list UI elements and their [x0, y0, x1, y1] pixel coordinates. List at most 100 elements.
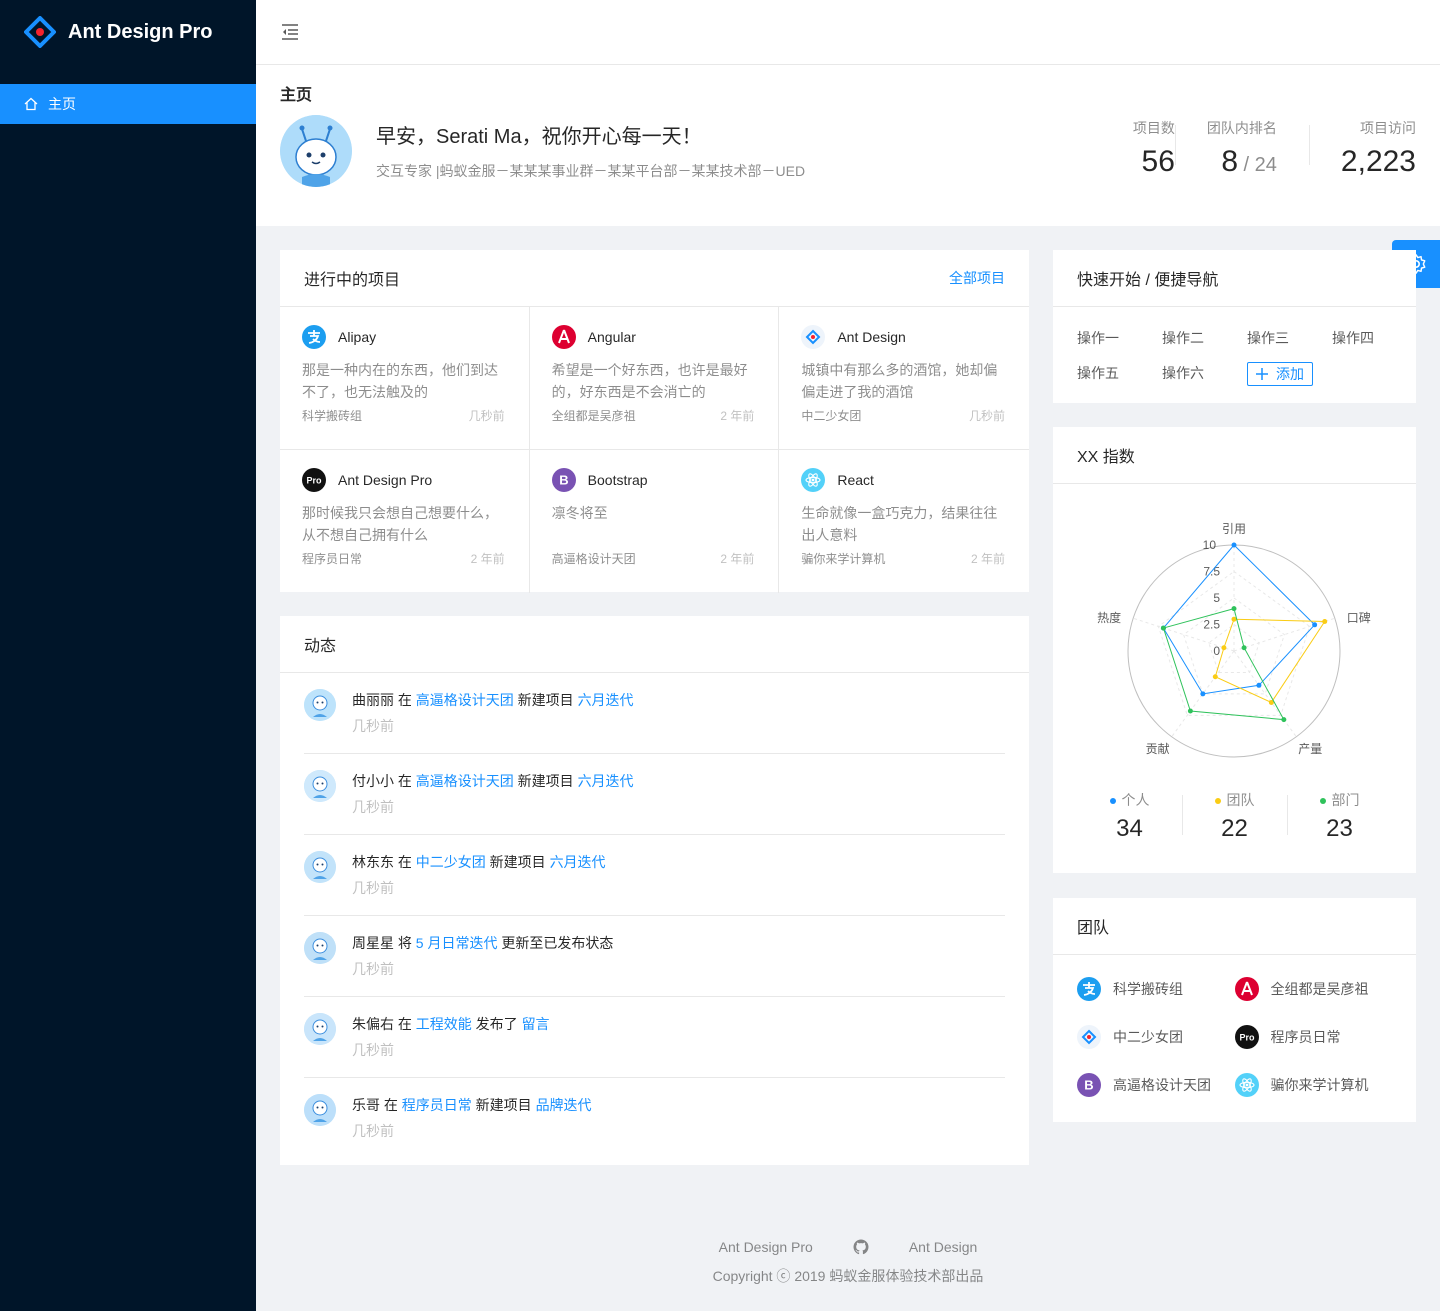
- project-card[interactable]: Angular 希望是一个好东西，也许是最好的，好东西是不会消亡的 全组都是吴彦祖 2…: [529, 307, 780, 450]
- radar-chart: 02.557.510引用口碑产量贡献热度: [1097, 522, 1371, 758]
- activity-verb: 在: [380, 1097, 402, 1113]
- github-icon[interactable]: [853, 1239, 869, 1255]
- quick-link[interactable]: 操作二: [1162, 327, 1247, 350]
- activity-group-link[interactable]: 工程效能: [416, 1016, 472, 1032]
- project-group-link[interactable]: 骗你来学计算机: [801, 550, 885, 567]
- radar-point: [1256, 682, 1262, 688]
- quick-link[interactable]: 操作六: [1162, 362, 1247, 386]
- project-group-link[interactable]: 中二少女团: [801, 407, 861, 424]
- activity-group-link[interactable]: 5 月日常迭代: [416, 935, 498, 951]
- project-description: 生命就像一盒巧克力，结果往往出人意料: [801, 505, 998, 543]
- activity-time: 几秒前: [352, 799, 394, 815]
- project-group-link[interactable]: 高逼格设计天团: [552, 550, 636, 567]
- activity-body: 曲丽丽 在 高逼格设计天团 新建项目 六月迭代 几秒前: [352, 689, 634, 753]
- activity-action: 更新至已发布状态: [497, 935, 614, 951]
- activity-group-link[interactable]: 中二少女团: [416, 854, 486, 870]
- footer-link-ant-design[interactable]: Ant Design: [909, 1236, 977, 1258]
- project-name[interactable]: Ant Design Pro: [338, 472, 432, 488]
- activity-body: 乐哥 在 程序员日常 新建项目 品牌迭代 几秒前: [352, 1094, 592, 1159]
- all-projects-link[interactable]: 全部项目: [949, 268, 1005, 288]
- quick-link[interactable]: 操作一: [1077, 327, 1162, 350]
- radar-legend-item: 个人 34: [1077, 789, 1182, 845]
- stat-value: 2,223: [1340, 145, 1416, 178]
- project-group-link[interactable]: 程序员日常: [302, 550, 362, 567]
- project-description: 那时候我只会想自己想要什么，从不想自己拥有什么: [302, 505, 498, 543]
- team-list: 科学搬砖组 全组都是吴彦祖中二少女团 Pro 程序员日常 B 高逼格设计天团 骗你来学计算机: [1053, 955, 1416, 1097]
- team-item[interactable]: 中二少女团: [1077, 1025, 1235, 1049]
- legend-value: 23: [1326, 815, 1353, 842]
- activity-project-link[interactable]: 六月迭代: [550, 854, 606, 870]
- activity-text: 周星星 将 5 月日常迭代 更新至已发布状态: [352, 932, 613, 954]
- quick-link[interactable]: 操作四: [1332, 327, 1417, 350]
- activity-group-link[interactable]: 程序员日常: [402, 1097, 472, 1113]
- project-time: 几秒前: [968, 409, 1005, 423]
- team-item[interactable]: Pro 程序员日常: [1234, 1025, 1393, 1049]
- team-name: 全组都是吴彦祖: [1270, 981, 1369, 997]
- activity-text: 朱偏右 在 工程效能 发布了 留言: [352, 1013, 550, 1035]
- quick-link[interactable]: 操作五: [1077, 362, 1162, 386]
- team-item[interactable]: 骗你来学计算机: [1234, 1073, 1393, 1097]
- stat-label: 团队内排名: [1206, 120, 1277, 136]
- project-footer: 科学搬砖组 几秒前: [302, 407, 505, 424]
- activity-action: 新建项目: [485, 854, 550, 870]
- sidebar-item-label: 主页: [48, 96, 76, 112]
- card-title: 动态: [304, 638, 337, 655]
- project-card[interactable]: React 生命就像一盒巧克力，结果往往出人意料 骗你来学计算机 2 年前: [779, 450, 1029, 593]
- angular-icon: [1234, 977, 1259, 1001]
- project-name[interactable]: Ant Design: [837, 329, 905, 345]
- activity-list: 曲丽丽 在 高逼格设计天团 新建项目 六月迭代 几秒前 付小小 在 高逼格设计天团 …: [280, 673, 1029, 1159]
- footer-links: Ant Design Pro Ant Design: [256, 1236, 1440, 1258]
- activity-group-link[interactable]: 高逼格设计天团: [416, 773, 514, 789]
- svg-text:B: B: [1084, 1078, 1093, 1093]
- stat-projects: 项目数 56: [1101, 117, 1175, 184]
- logo[interactable]: Ant Design Pro: [0, 0, 256, 64]
- activity-time: 几秒前: [352, 1123, 394, 1139]
- footer: Ant Design Pro Ant Design Copyright ⓒ 20…: [256, 1236, 1440, 1287]
- ant-design-icon: [801, 325, 826, 349]
- team-name: 高逼格设计天团: [1113, 1077, 1211, 1093]
- team-item[interactable]: B 高逼格设计天团: [1077, 1073, 1235, 1097]
- activity-user: 朱偏右: [352, 1016, 394, 1032]
- project-group-link[interactable]: 科学搬砖组: [302, 407, 362, 424]
- sidebar-item-home[interactable]: 主页: [0, 84, 256, 124]
- team-card: 团队 科学搬砖组 全组都是吴彦祖 中二少女团 Pro 程序员日常 B 高逼格设计天团 骗你来学…: [1053, 898, 1416, 1122]
- legend-name: 团队: [1226, 792, 1255, 808]
- footer-link-ant-design-pro[interactable]: Ant Design Pro: [719, 1236, 813, 1258]
- quick-link[interactable]: 操作三: [1247, 327, 1332, 350]
- project-name[interactable]: Angular: [588, 329, 636, 345]
- team-name: 中二少女团: [1113, 1029, 1183, 1045]
- page-header: 主页 早安，Serati Ma，祝你开心每一天！ 交互专家 |蚂蚁金服－某某某事…: [256, 64, 1440, 226]
- project-name[interactable]: React: [837, 472, 874, 488]
- team-item[interactable]: 科学搬砖组: [1077, 977, 1235, 1001]
- project-header: Pro Ant Design Pro: [302, 468, 507, 492]
- project-card[interactable]: Pro Ant Design Pro 那时候我只会想自己想要什么，从不想自己拥有什么…: [280, 450, 530, 593]
- activity-project-link[interactable]: 六月迭代: [578, 692, 634, 708]
- project-footer: 中二少女团 几秒前: [801, 407, 1005, 424]
- user-avatar-icon: [304, 770, 336, 802]
- stat-rank-value: 8: [1221, 145, 1238, 178]
- activity-avatar: [304, 770, 336, 802]
- radar-point: [1241, 645, 1247, 651]
- card-header: XX 指数: [1053, 427, 1416, 484]
- activity-project-link[interactable]: 留言: [522, 1016, 550, 1032]
- project-group-link[interactable]: 全组都是吴彦祖: [552, 407, 636, 424]
- activity-project-link[interactable]: 六月迭代: [578, 773, 634, 789]
- radar-axis-label: 贡献: [1146, 741, 1170, 756]
- team-name: 科学搬砖组: [1113, 981, 1183, 997]
- add-link-button[interactable]: 添加: [1247, 362, 1313, 386]
- activity-project-link[interactable]: 品牌迭代: [536, 1097, 592, 1113]
- angular-icon: [551, 325, 576, 349]
- radar-legend-item: 团队 22: [1182, 789, 1287, 845]
- top-header: [256, 0, 1440, 64]
- project-card[interactable]: Alipay 那是一种内在的东西，他们到达不了，也无法触及的 科学搬砖组 几秒前: [280, 307, 530, 450]
- project-card[interactable]: Ant Design 城镇中有那么多的酒馆，她却偏偏走进了我的酒馆 中二少女团 几秒前: [779, 307, 1029, 450]
- project-name[interactable]: Bootstrap: [588, 472, 648, 488]
- team-item[interactable]: 全组都是吴彦祖: [1234, 977, 1393, 1001]
- project-card[interactable]: B Bootstrap 凛冬将至 高逼格设计天团 2 年前: [530, 450, 780, 593]
- activity-body: 林东东 在 中二少女团 新建项目 六月迭代 几秒前: [352, 851, 606, 915]
- menu-fold-icon[interactable]: [280, 22, 300, 42]
- activity-group-link[interactable]: 高逼格设计天团: [416, 692, 514, 708]
- project-footer: 高逼格设计天团 2 年前: [552, 550, 755, 567]
- ant-design-pro-icon: Pro: [1234, 1025, 1259, 1049]
- project-name[interactable]: Alipay: [338, 329, 376, 345]
